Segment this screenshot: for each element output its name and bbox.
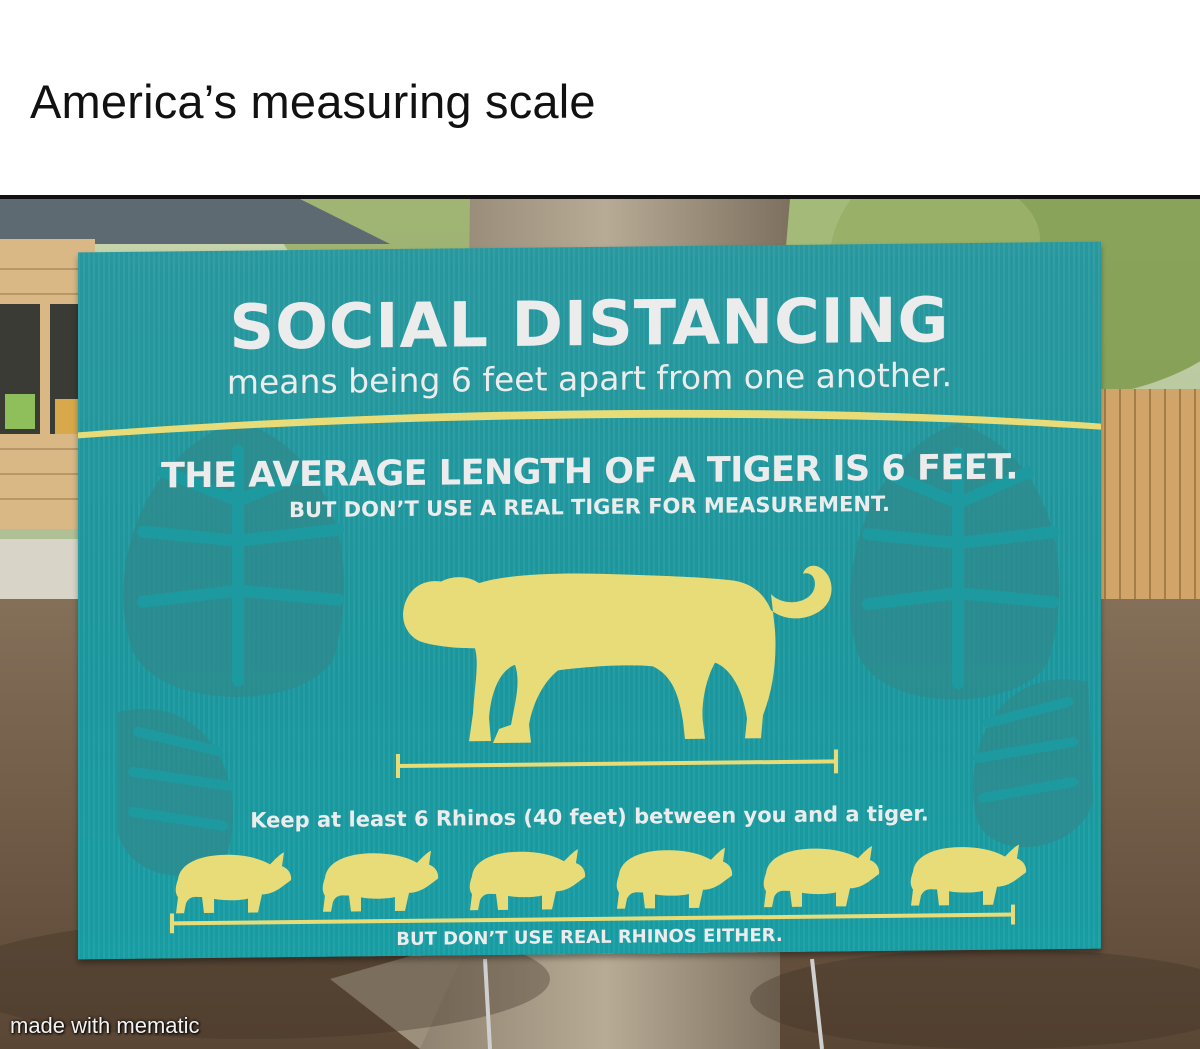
meme-caption: America’s measuring scale bbox=[30, 75, 596, 128]
rhino-silhouette bbox=[469, 849, 586, 911]
mematic-watermark: made with mematic bbox=[10, 1013, 200, 1038]
meme-caption-bar: America’s measuring scale bbox=[0, 0, 1200, 195]
rhino-silhouette bbox=[175, 852, 292, 914]
rhino-silhouette bbox=[616, 847, 733, 909]
sign-title: SOCIAL DISTANCING bbox=[229, 283, 950, 364]
photo: SOCIAL DISTANCING means being 6 feet apa… bbox=[0, 199, 1200, 1049]
rhino-silhouette bbox=[763, 846, 880, 908]
monstera-leaf-icon bbox=[972, 679, 1093, 848]
rhino-silhouette bbox=[910, 844, 1027, 906]
tiger-length-ruler bbox=[396, 749, 838, 779]
tiger-silhouette bbox=[403, 565, 832, 744]
social-distancing-sign: SOCIAL DISTANCING means being 6 feet apa… bbox=[78, 241, 1101, 960]
rhino-silhouette bbox=[322, 850, 439, 912]
